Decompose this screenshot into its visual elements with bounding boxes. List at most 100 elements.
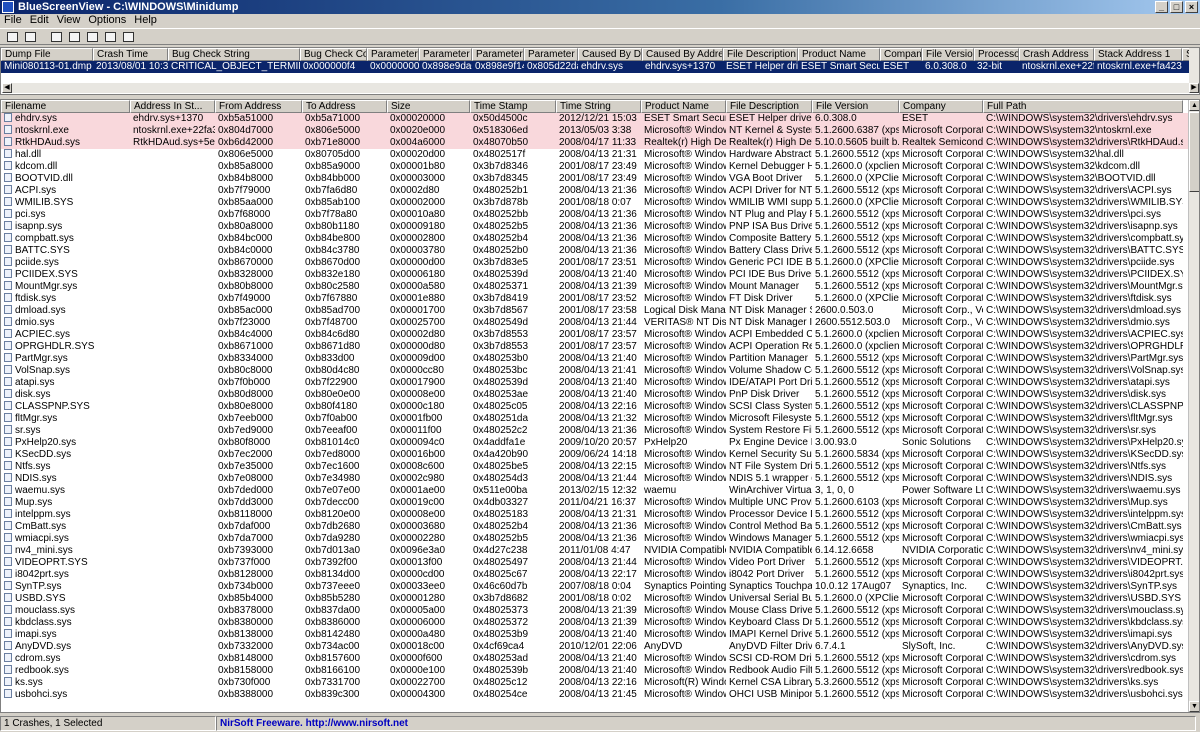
menu-options[interactable]: Options — [84, 14, 130, 27]
column-header-caused-by-address[interactable]: Caused By Address — [642, 48, 723, 61]
column-header-stack-address-1[interactable]: Stack Address 1 — [1094, 48, 1182, 61]
table-row[interactable]: ACPIEC.sys 0xb84c4000 0xb84c6d80 0x00002d80… — [1, 329, 1189, 341]
html-report-button[interactable] — [84, 30, 100, 44]
column-header-crash-address[interactable]: Crash Address — [1019, 48, 1094, 61]
column-header-bug-check-string[interactable]: Bug Check String — [168, 48, 300, 61]
column-header-processor[interactable]: Processor — [974, 48, 1019, 61]
column-header-parameter-3[interactable]: Parameter 3 — [472, 48, 524, 61]
menu-help[interactable]: Help — [130, 14, 161, 27]
table-row[interactable]: BOOTVID.dll 0xb84b8000 0xb84bb000 0x0000300… — [1, 173, 1189, 185]
table-row[interactable]: PxHelp20.sys 0xb80f8000 0xb81014c0 0x000094… — [1, 437, 1189, 449]
column-header-size[interactable]: Size — [387, 100, 470, 113]
table-row[interactable]: NDIS.sys 0xb7e08000 0xb7e34980 0x0002c980 0x… — [1, 473, 1189, 485]
column-header-to-address[interactable]: To Address — [302, 100, 387, 113]
table-row[interactable]: OPRGHDLR.SYS 0xb8671000 0xb8671d80 0x00000d… — [1, 341, 1189, 353]
table-row[interactable]: MountMgr.sys 0xb80b8000 0xb80c2580 0x0000a5… — [1, 281, 1189, 293]
table-row[interactable]: imapi.sys 0xb8138000 0xb8142480 0x0000a480 0… — [1, 629, 1189, 641]
column-header-address-in-st[interactable]: Address In St... — [130, 100, 215, 113]
table-row[interactable]: VolSnap.sys 0xb80c8000 0xb80d4c80 0x0000cc8… — [1, 365, 1189, 377]
table-row[interactable]: KSecDD.sys 0xb7ec2000 0xb7ed8000 0x00016b00… — [1, 449, 1189, 461]
table-row[interactable]: wmiacpi.sys 0xb7da7000 0xb7da9280 0x0000228… — [1, 533, 1189, 545]
table-row[interactable]: pci.sys 0xb7f68000 0xb7f78a80 0x00010a80 0x4… — [1, 209, 1189, 221]
table-row[interactable]: fltMgr.sys 0xb7eeb000 0xb7f0ab00 0x0001fb00… — [1, 413, 1189, 425]
column-header-parameter-1[interactable]: Parameter 1 — [367, 48, 419, 61]
table-row[interactable]: nv4_mini.sys 0xb7393000 0xb7d013a0 0x0096e3… — [1, 545, 1189, 557]
table-row[interactable]: Ntfs.sys 0xb7e35000 0xb7ec1600 0x0008c600 0x… — [1, 461, 1189, 473]
save-button[interactable] — [22, 30, 38, 44]
column-header-file-description[interactable]: File Description — [726, 100, 812, 113]
crash-row-selected[interactable]: Mini080113-01.dmp 2013/08/01 10:33 CRITICA… — [1, 61, 1199, 73]
column-header-company[interactable]: Company — [880, 48, 922, 61]
table-row[interactable]: CLASSPNP.SYS 0xb80e8000 0xb80f4180 0x0000c1… — [1, 401, 1189, 413]
maximize-button[interactable]: □ — [1170, 1, 1183, 13]
menu-edit[interactable]: Edit — [26, 14, 53, 27]
scroll-right-arrow-icon[interactable]: ▶ — [1189, 83, 1199, 93]
table-row[interactable]: mouclass.sys 0xb8378000 0xb837da00 0x00005a… — [1, 605, 1189, 617]
minimize-button[interactable]: _ — [1155, 1, 1168, 13]
column-header-product-name[interactable]: Product Name — [641, 100, 726, 113]
table-row[interactable]: compbatt.sys 0xb84bc000 0xb84be800 0x000028… — [1, 233, 1189, 245]
table-row[interactable]: AnyDVD.sys 0xb7332000 0xb734ac00 0x00018c00… — [1, 641, 1189, 653]
table-row[interactable]: kbdclass.sys 0xb8380000 0xb8386000 0x000060… — [1, 617, 1189, 629]
column-header-from-address[interactable]: From Address — [215, 100, 302, 113]
table-row[interactable]: isapnp.sys 0xb80a8000 0xb80b1180 0x00009180… — [1, 221, 1189, 233]
table-row[interactable]: dmload.sys 0xb85ac000 0xb85ad700 0x00001700… — [1, 305, 1189, 317]
menu-view[interactable]: View — [53, 14, 85, 27]
scroll-up-arrow-icon[interactable]: ▲ — [1189, 100, 1199, 111]
table-row[interactable]: redbook.sys 0xb8158000 0xb8166100 0x0000e10… — [1, 665, 1189, 677]
table-row[interactable]: VIDEOPRT.SYS 0xb737f000 0xb7392f00 0x00013f… — [1, 557, 1189, 569]
crash-list-hscroll[interactable]: ◀ ▶ — [2, 83, 1199, 93]
table-row[interactable]: ACPI.sys 0xb7f79000 0xb7fa6d80 0x0002d80 0x4… — [1, 185, 1189, 197]
table-row[interactable]: waemu.sys 0xb7ded000 0xb7e07e00 0x0001ae00 0… — [1, 485, 1189, 497]
table-row[interactable]: PartMgr.sys 0xb8334000 0xb833d00 0x00009d00… — [1, 353, 1189, 365]
column-header-time-string[interactable]: Time String — [556, 100, 641, 113]
table-row[interactable]: atapi.sys 0xb7f0b000 0xb7f22900 0x00017900 0… — [1, 377, 1189, 389]
table-row[interactable]: intelppm.sys 0xb8118000 0xb8120e00 0x00008e… — [1, 509, 1189, 521]
table-row[interactable]: dmio.sys 0xb7f23000 0xb7f48700 0x00025700 0x… — [1, 317, 1189, 329]
driver-list-vscroll[interactable]: ▲ ▼ — [1188, 100, 1199, 712]
table-row[interactable]: disk.sys 0xb80d8000 0xb80e0e00 0x00008e00 0x… — [1, 389, 1189, 401]
column-header-file-description[interactable]: File Description — [723, 48, 798, 61]
exit-button[interactable] — [120, 30, 136, 44]
nirsoft-link[interactable]: NirSoft Freeware. http://www.nirsoft.net — [216, 716, 1196, 731]
table-row[interactable]: i8042prt.sys 0xb8128000 0xb8134d00 0x0000cd… — [1, 569, 1189, 581]
scroll-left-arrow-icon[interactable]: ◀ — [2, 83, 12, 93]
column-header-bug-check-code[interactable]: Bug Check Code — [300, 48, 367, 61]
table-row[interactable]: usbohci.sys 0xb8388000 0xb839c300 0x0000430… — [1, 689, 1189, 701]
column-header-full-path[interactable]: Full Path — [983, 100, 1183, 113]
properties-button[interactable] — [4, 30, 20, 44]
find-button[interactable] — [102, 30, 118, 44]
menu-file[interactable]: File — [0, 14, 26, 27]
table-row[interactable]: BATTC.SYS 0xb84c0000 0xb84c3780 0x00003780 0… — [1, 245, 1189, 257]
table-row[interactable]: ntoskrnl.exe ntoskrnl.exe+22fa3 0x804d7000… — [1, 125, 1189, 137]
column-header-file-version[interactable]: File Version — [922, 48, 974, 61]
table-row[interactable]: sr.sys 0xb7ed9000 0xb7eeaf00 0x00011f00 0x48… — [1, 425, 1189, 437]
table-row[interactable]: USBD.SYS 0xb85b4000 0xb85b5280 0x00001280 0x… — [1, 593, 1189, 605]
table-row[interactable]: RtkHDAud.sys RtkHDAud.sys+5e0530xb6d42000… — [1, 137, 1189, 149]
table-row[interactable]: ks.sys 0xb730f000 0xb7331700 0x00022700 0x48… — [1, 677, 1189, 689]
table-row[interactable]: cdrom.sys 0xb8148000 0xb8157600 0x0000f600 0… — [1, 653, 1189, 665]
column-header-parameter-2[interactable]: Parameter 2 — [419, 48, 472, 61]
table-row[interactable]: SynTP.sys 0xb734b000 0xb737eee0 0x00033ee0 0… — [1, 581, 1189, 593]
scroll-thumb[interactable] — [1189, 112, 1199, 192]
crash-list-vscroll[interactable] — [1189, 48, 1199, 84]
scroll-down-arrow-icon[interactable]: ▼ — [1189, 701, 1199, 712]
column-header-company[interactable]: Company — [899, 100, 983, 113]
table-row[interactable]: Mup.sys 0xb7dd3000 0xb7decc00 0x00019c00 0x4… — [1, 497, 1189, 509]
column-header-parameter-4[interactable]: Parameter 4 — [524, 48, 578, 61]
column-header-caused-by-driver[interactable]: Caused By Driver — [578, 48, 642, 61]
table-row[interactable]: kdcom.dll 0xb85a8000 0xb85a9000 0x00001b80 0… — [1, 161, 1189, 173]
column-header-product-name[interactable]: Product Name — [798, 48, 880, 61]
column-header-filename[interactable]: Filename — [1, 100, 130, 113]
table-row[interactable]: CmBatt.sys 0xb7daf000 0xb7db2680 0x00003680… — [1, 521, 1189, 533]
table-row[interactable]: ehdrv.sys ehdrv.sys+1370 0xb5a51000 0xb5a71… — [1, 113, 1189, 125]
table-row[interactable]: pciide.sys 0xb8670000 0xb8670d00 0x00000d00… — [1, 257, 1189, 269]
column-header-dump-file[interactable]: Dump File — [1, 48, 93, 61]
column-header-crash-time[interactable]: Crash Time — [93, 48, 168, 61]
table-row[interactable]: PCIIDEX.SYS 0xb8328000 0xb832e180 0x0000618… — [1, 269, 1189, 281]
column-header-time-stamp[interactable]: Time Stamp — [470, 100, 556, 113]
column-header-file-version[interactable]: File Version — [812, 100, 899, 113]
table-row[interactable]: hal.dll 0x806e5000 0x80705d00 0x00020d00 0x4… — [1, 149, 1189, 161]
close-button[interactable]: × — [1185, 1, 1198, 13]
refresh-button[interactable] — [48, 30, 64, 44]
